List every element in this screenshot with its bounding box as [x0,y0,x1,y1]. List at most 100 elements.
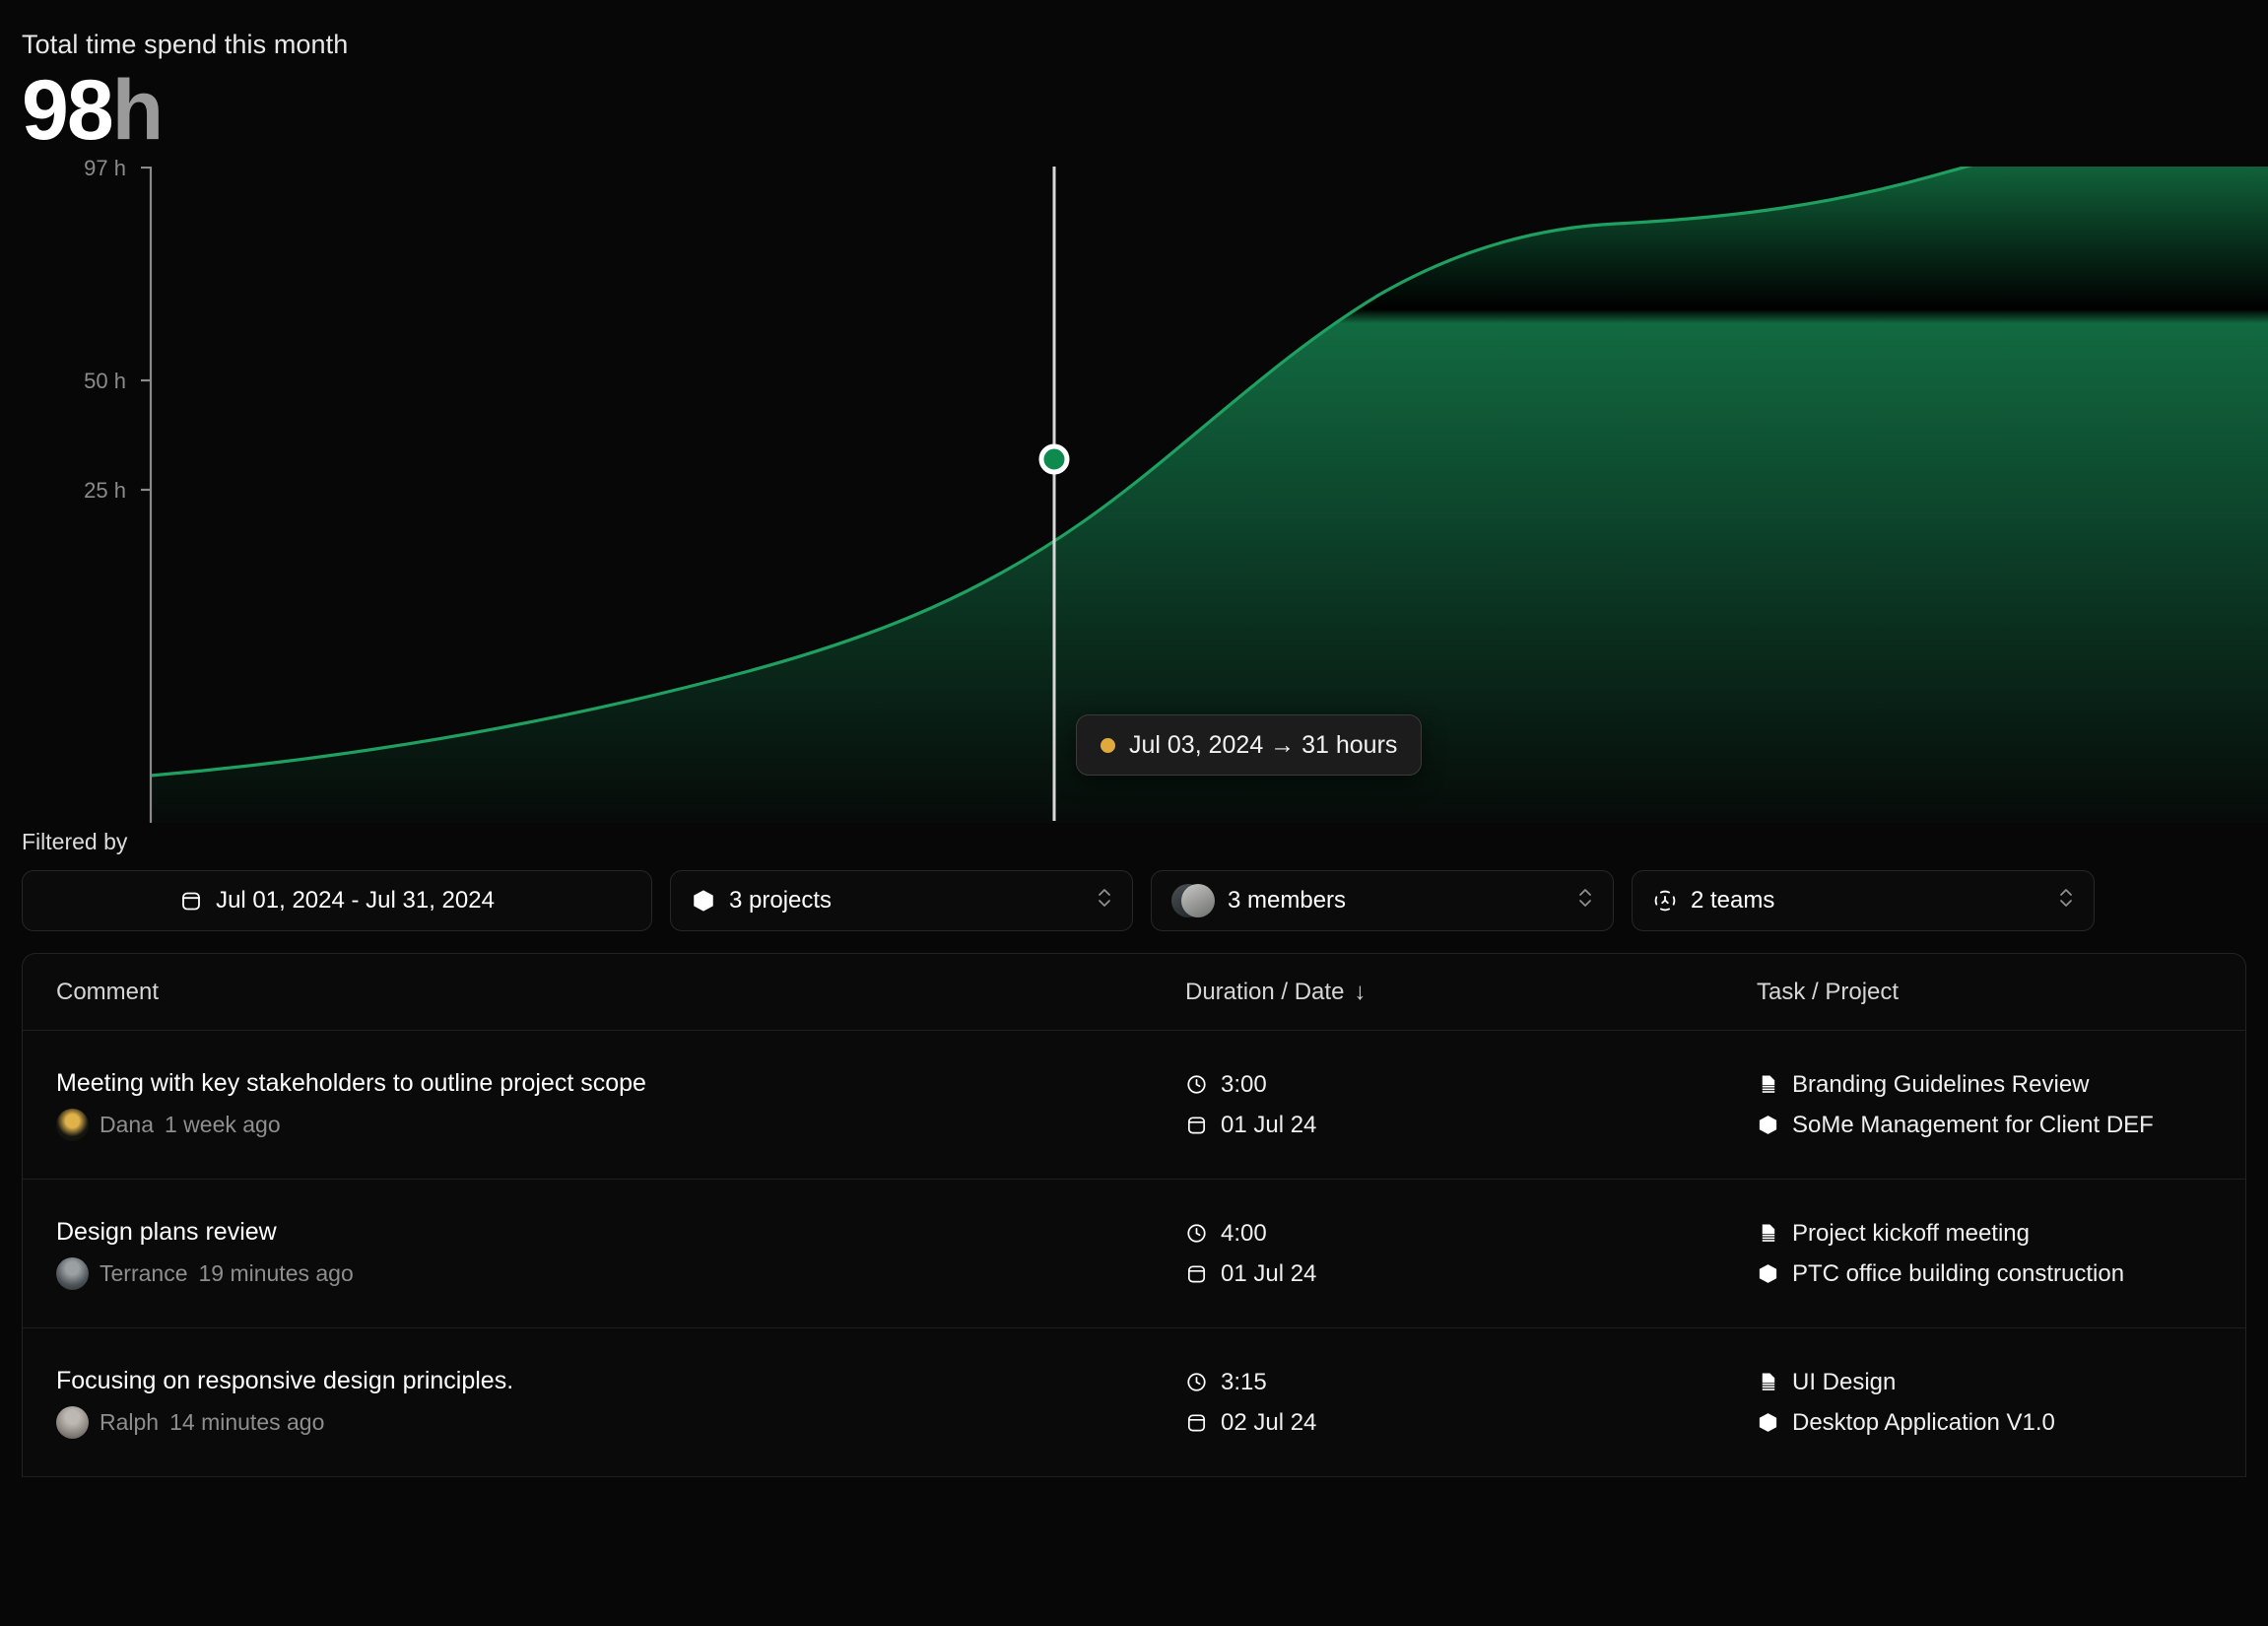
cell-comment: Focusing on responsive design principles… [23,1367,1185,1439]
table-row[interactable]: Design plans review Terrance 19 minutes … [23,1180,2245,1328]
column-header-duration-date-label: Duration / Date [1185,978,1345,1005]
column-header-comment[interactable]: Comment [23,979,1185,1006]
table-row[interactable]: Focusing on responsive design principles… [23,1328,2245,1477]
date-value: 02 Jul 24 [1221,1408,1317,1436]
task-line[interactable]: UI Design [1757,1369,2245,1396]
clock-icon [1185,1222,1208,1245]
column-header-task-project[interactable]: Task / Project [1757,979,2245,1006]
filter-teams[interactable]: 2 teams [1632,870,2095,931]
summary-header: Total time spend this month 98h [0,0,2268,153]
duration-line: 3:00 [1185,1071,1757,1099]
y-tick-label-25: 25 h [84,478,126,503]
filter-date-range[interactable]: Jul 01, 2024 - Jul 31, 2024 [22,870,652,931]
project-line[interactable]: PTC office building construction [1757,1260,2245,1288]
date-line: 01 Jul 24 [1185,1260,1757,1288]
cell-duration-date: 3:15 02 Jul 24 [1185,1369,1757,1437]
task-line[interactable]: Branding Guidelines Review [1757,1071,2245,1099]
task-name: UI Design [1792,1368,1897,1395]
document-icon [1757,1371,1779,1393]
page-title: Total time spend this month [22,30,349,59]
filters-section: Filtered by Jul 01, 2024 - Jul 31, 2024 … [0,829,2268,931]
date-line: 01 Jul 24 [1185,1112,1757,1139]
column-header-comment-label: Comment [56,978,160,1005]
box-icon [1757,1411,1779,1434]
date-value: 01 Jul 24 [1221,1259,1317,1287]
chart-hover-point[interactable] [1038,443,1070,475]
comment-text: Focusing on responsive design principles… [56,1366,514,1394]
cell-comment: Design plans review Terrance 19 minutes … [23,1218,1185,1290]
task-name: Branding Guidelines Review [1792,1070,2090,1098]
chevron-up-down-icon[interactable] [1097,885,1112,917]
column-header-task-project-label: Task / Project [1757,978,1900,1005]
duration-value: 3:00 [1221,1070,1267,1098]
filter-projects[interactable]: 3 projects [670,870,1133,931]
cell-comment: Meeting with key stakeholders to outline… [23,1069,1185,1141]
project-name: Desktop Application V1.0 [1792,1408,2055,1436]
project-line[interactable]: Desktop Application V1.0 [1757,1409,2245,1437]
calendar-icon [1185,1114,1208,1136]
chevron-up-down-icon[interactable] [1577,885,1593,917]
relative-time: 19 minutes ago [198,1259,354,1286]
project-name: SoMe Management for Client DEF [1792,1111,2154,1138]
filter-row: Jul 01, 2024 - Jul 31, 2024 3 projects 3 [22,870,2246,931]
document-icon [1757,1073,1779,1096]
author-name: Terrance [100,1259,188,1286]
filter-members[interactable]: 3 members [1151,870,1614,931]
task-name: Project kickoff meeting [1792,1219,2030,1247]
avatar [56,1405,89,1439]
tooltip-marker-dot [1101,737,1115,753]
author-name: Ralph [100,1408,160,1435]
total-hours-value: 98h [22,68,2268,153]
duration-value: 3:15 [1221,1368,1267,1395]
project-line[interactable]: SoMe Management for Client DEF [1757,1112,2245,1139]
avatar-stack-icon [1171,884,1215,917]
team-icon [1652,888,1678,914]
duration-value: 4:00 [1221,1219,1267,1247]
table-header-row: Comment Duration / Date ↓ Task / Project [23,954,2245,1031]
comment-text: Meeting with key stakeholders to outline… [56,1068,646,1097]
comment-meta: Dana 1 week ago [56,1108,1185,1141]
clock-icon [1185,1371,1208,1393]
project-name: PTC office building construction [1792,1259,2125,1287]
task-line[interactable]: Project kickoff meeting [1757,1220,2245,1248]
filter-teams-label: 2 teams [1691,887,1775,914]
total-hours-number: 98 [22,63,114,158]
date-line: 02 Jul 24 [1185,1409,1757,1437]
filter-projects-label: 3 projects [729,887,833,914]
comment-meta: Terrance 19 minutes ago [56,1256,1185,1290]
calendar-icon [1185,1411,1208,1434]
avatar [56,1108,89,1141]
duration-line: 3:15 [1185,1369,1757,1396]
time-area-chart[interactable]: 97 h 50 h 25 h Jul 03, 2024 → 31 hours [0,156,2268,837]
comment-text: Design plans review [56,1217,277,1246]
cell-duration-date: 4:00 01 Jul 24 [1185,1220,1757,1288]
document-icon [1757,1222,1779,1245]
relative-time: 1 week ago [164,1111,281,1137]
calendar-icon [1185,1262,1208,1285]
clock-icon [1185,1073,1208,1096]
y-tick-label-97: 97 h [84,156,126,180]
tooltip-label: Jul 03, 2024 → 31 hours [1129,730,1398,759]
total-hours-unit: h [111,63,165,158]
box-icon [691,888,716,914]
avatar [1181,884,1215,917]
cell-task-project: Project kickoff meeting PTC office build… [1757,1220,2245,1288]
cell-task-project: UI Design Desktop Application V1.0 [1757,1369,2245,1437]
relative-time: 14 minutes ago [169,1408,325,1435]
avatar [56,1256,89,1290]
filter-members-label: 3 members [1228,887,1347,914]
chevron-up-down-icon[interactable] [2058,885,2074,917]
calendar-icon [179,889,203,913]
date-value: 01 Jul 24 [1221,1111,1317,1138]
box-icon [1757,1262,1779,1285]
cell-task-project: Branding Guidelines Review SoMe Manageme… [1757,1071,2245,1139]
y-tick-label-50: 50 h [84,369,126,393]
filter-date-range-label: Jul 01, 2024 - Jul 31, 2024 [216,887,495,914]
sort-descending-icon[interactable]: ↓ [1354,979,1366,1006]
duration-line: 4:00 [1185,1220,1757,1248]
cell-duration-date: 3:00 01 Jul 24 [1185,1071,1757,1139]
comment-meta: Ralph 14 minutes ago [56,1405,1185,1439]
table-row[interactable]: Meeting with key stakeholders to outline… [23,1031,2245,1180]
time-entries-table: Comment Duration / Date ↓ Task / Project… [22,953,2246,1477]
column-header-duration-date[interactable]: Duration / Date ↓ [1185,979,1757,1006]
